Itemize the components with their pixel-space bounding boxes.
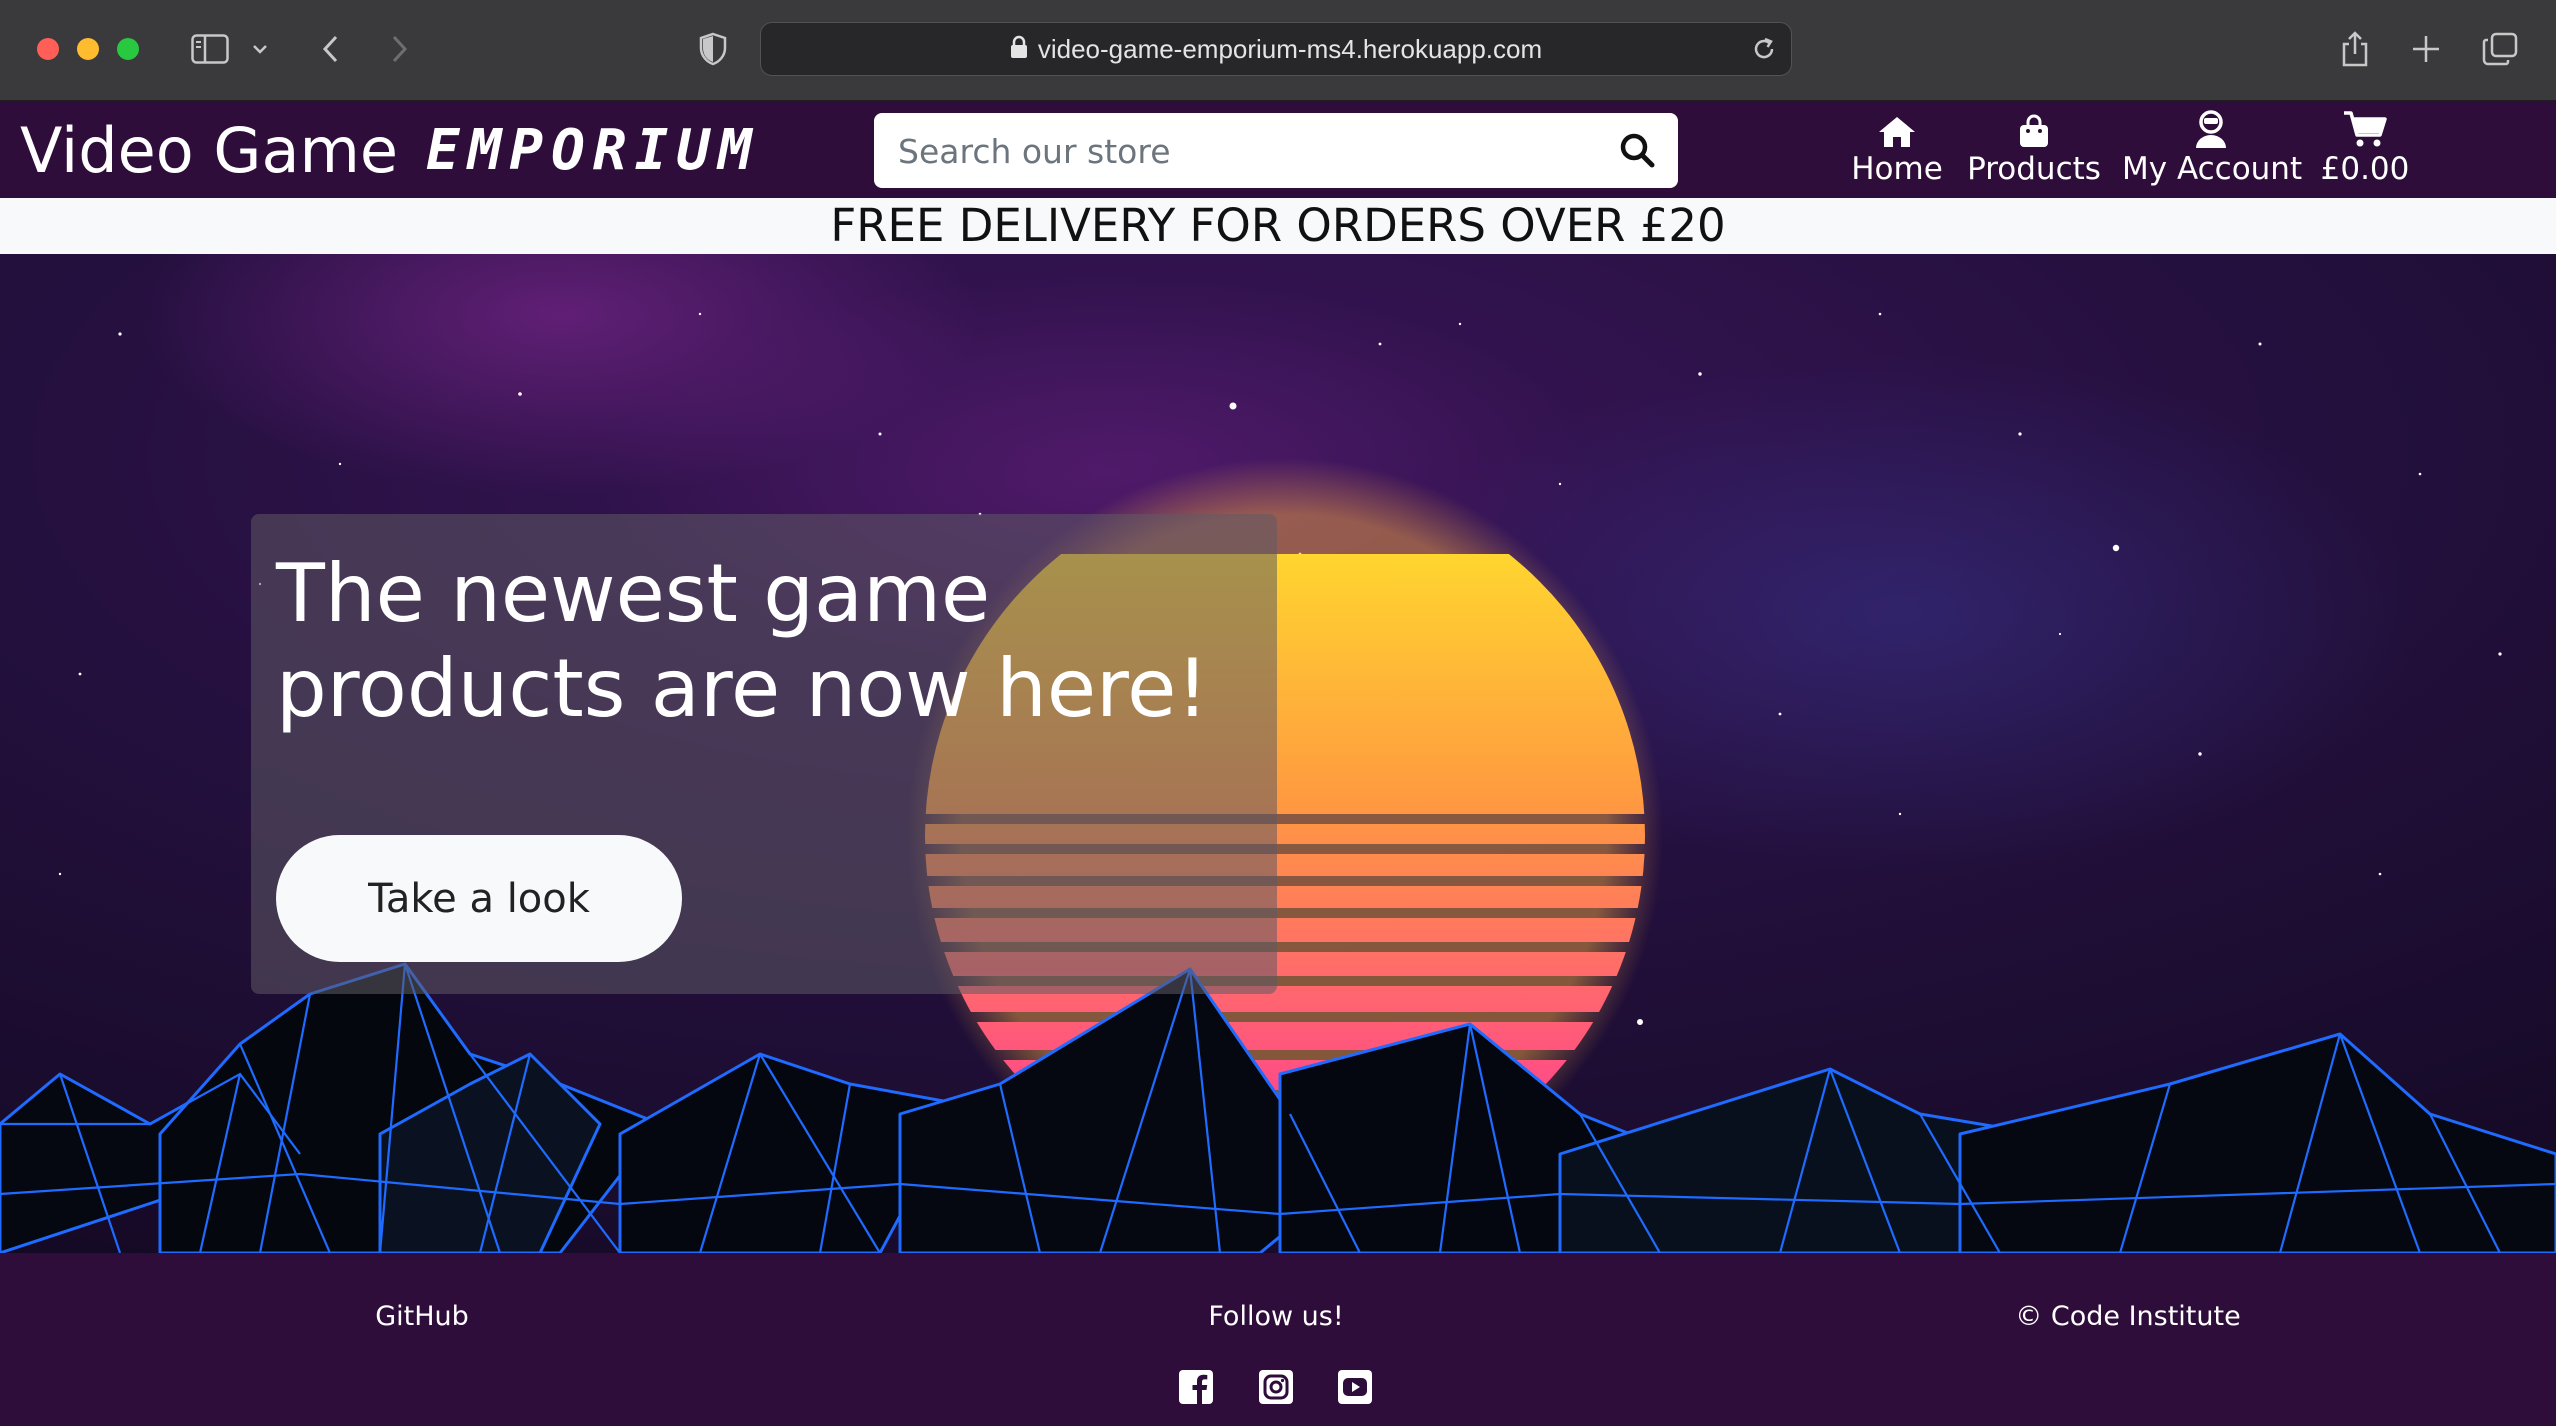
nav-label: Products xyxy=(1967,151,2101,187)
site-header: Video Game EMPORIUM Home Products My Acc… xyxy=(0,101,2556,198)
hero-title: The newest game products are now here! xyxy=(276,547,1209,735)
forward-icon[interactable] xyxy=(385,24,415,74)
address-bar[interactable]: video-game-emporium-ms4.herokuapp.com xyxy=(760,22,1792,76)
home-icon xyxy=(1850,107,1944,149)
browser-toolbar: video-game-emporium-ms4.herokuapp.com xyxy=(0,0,2556,101)
hero-section: The newest game products are now here! T… xyxy=(0,254,2556,1253)
instagram-icon[interactable] xyxy=(1258,1369,1294,1405)
delivery-banner: FREE DELIVERY FOR ORDERS OVER £20 xyxy=(0,198,2556,254)
close-window-button[interactable] xyxy=(37,38,59,60)
nav-home[interactable]: Home xyxy=(1850,107,1944,193)
nav-label: Home xyxy=(1851,151,1943,187)
lock-icon xyxy=(1010,35,1028,63)
brand-primary: Video Game xyxy=(20,114,398,187)
cart-icon xyxy=(2318,107,2412,149)
facebook-icon[interactable] xyxy=(1178,1369,1214,1405)
nav-products[interactable]: Products xyxy=(1964,107,2104,193)
follow-us-heading: Follow us! xyxy=(1208,1301,1344,1332)
reload-icon[interactable] xyxy=(1751,35,1777,67)
share-icon[interactable] xyxy=(2338,24,2372,74)
shield-icon[interactable] xyxy=(696,24,730,74)
nav-cart[interactable]: £0.00 xyxy=(2318,107,2412,193)
site-footer: GitHub Follow us! © Code Institute xyxy=(0,1253,2556,1426)
brand-secondary: EMPORIUM xyxy=(426,118,760,183)
sidebar-icon[interactable] xyxy=(188,24,232,74)
nav-label: £0.00 xyxy=(2320,151,2410,187)
zoom-window-button[interactable] xyxy=(117,38,139,60)
copyright-text: © Code Institute xyxy=(2015,1301,2241,1332)
search-input[interactable] xyxy=(896,113,1580,190)
user-icon xyxy=(2122,107,2300,149)
github-link[interactable]: GitHub xyxy=(375,1301,469,1332)
youtube-icon[interactable] xyxy=(1337,1369,1373,1405)
nav-my-account[interactable]: My Account xyxy=(2122,107,2303,193)
shopping-bag-icon xyxy=(1964,107,2104,149)
url-text: video-game-emporium-ms4.herokuapp.com xyxy=(1037,33,1543,64)
search-icon[interactable] xyxy=(1616,129,1660,173)
search-form xyxy=(874,113,1678,190)
take-a-look-button[interactable]: Take a look xyxy=(276,835,682,962)
nav-label: My Account xyxy=(2122,151,2303,187)
new-tab-icon[interactable] xyxy=(2408,24,2444,74)
tabs-overview-icon[interactable] xyxy=(2480,24,2520,74)
back-icon[interactable] xyxy=(315,24,345,74)
chevron-down-icon[interactable] xyxy=(248,24,272,74)
site-logo[interactable]: Video Game EMPORIUM xyxy=(20,113,760,188)
minimize-window-button[interactable] xyxy=(77,38,99,60)
